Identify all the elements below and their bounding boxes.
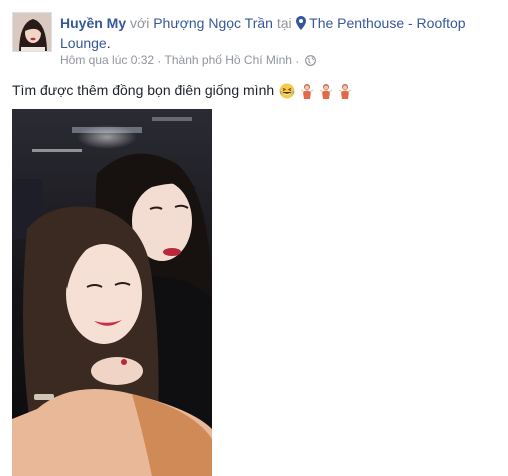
post-text-body: Tìm được thêm đồng bọn điên giống mình (12, 82, 275, 98)
post-text: Tìm được thêm đồng bọn điên giống mình (12, 80, 352, 100)
at-text: tại (276, 15, 292, 31)
facebook-post: Huyền My với Phượng Ngọc Trần tại The Pe… (0, 0, 508, 476)
meta-separator-2: · (295, 53, 300, 68)
tagged-friend-link[interactable]: Phượng Ngọc Trần (153, 15, 273, 31)
dancing-women-emoji-icon (338, 84, 352, 99)
post-meta: Hôm qua lúc 0:32 · Thành phố Hồ Chí Minh… (60, 53, 316, 68)
avatar[interactable] (12, 12, 52, 52)
dancing-women-emoji-icon (300, 84, 314, 99)
dancing-women-emoji-icon (319, 84, 333, 99)
avatar-photo (13, 13, 51, 51)
post-header: Huyền My với Phượng Ngọc Trần tại The Pe… (60, 13, 500, 53)
map-pin-icon (295, 16, 306, 30)
place-link[interactable]: Thành phố Hồ Chí Minh (165, 53, 292, 67)
location-link-line1[interactable]: The Penthouse - Rooftop (309, 15, 465, 31)
post-photo[interactable] (12, 109, 212, 476)
header-period: . (106, 35, 111, 51)
location-link-line2[interactable]: Lounge (60, 35, 107, 51)
meta-separator: · (157, 53, 162, 68)
author-name[interactable]: Huyền My (60, 15, 126, 31)
laughing-emoji-icon (279, 83, 295, 99)
globe-icon[interactable] (304, 55, 316, 67)
selfie-image (12, 109, 212, 476)
timestamp-link[interactable]: Hôm qua lúc 0:32 (60, 53, 154, 67)
with-text: với (130, 15, 150, 31)
